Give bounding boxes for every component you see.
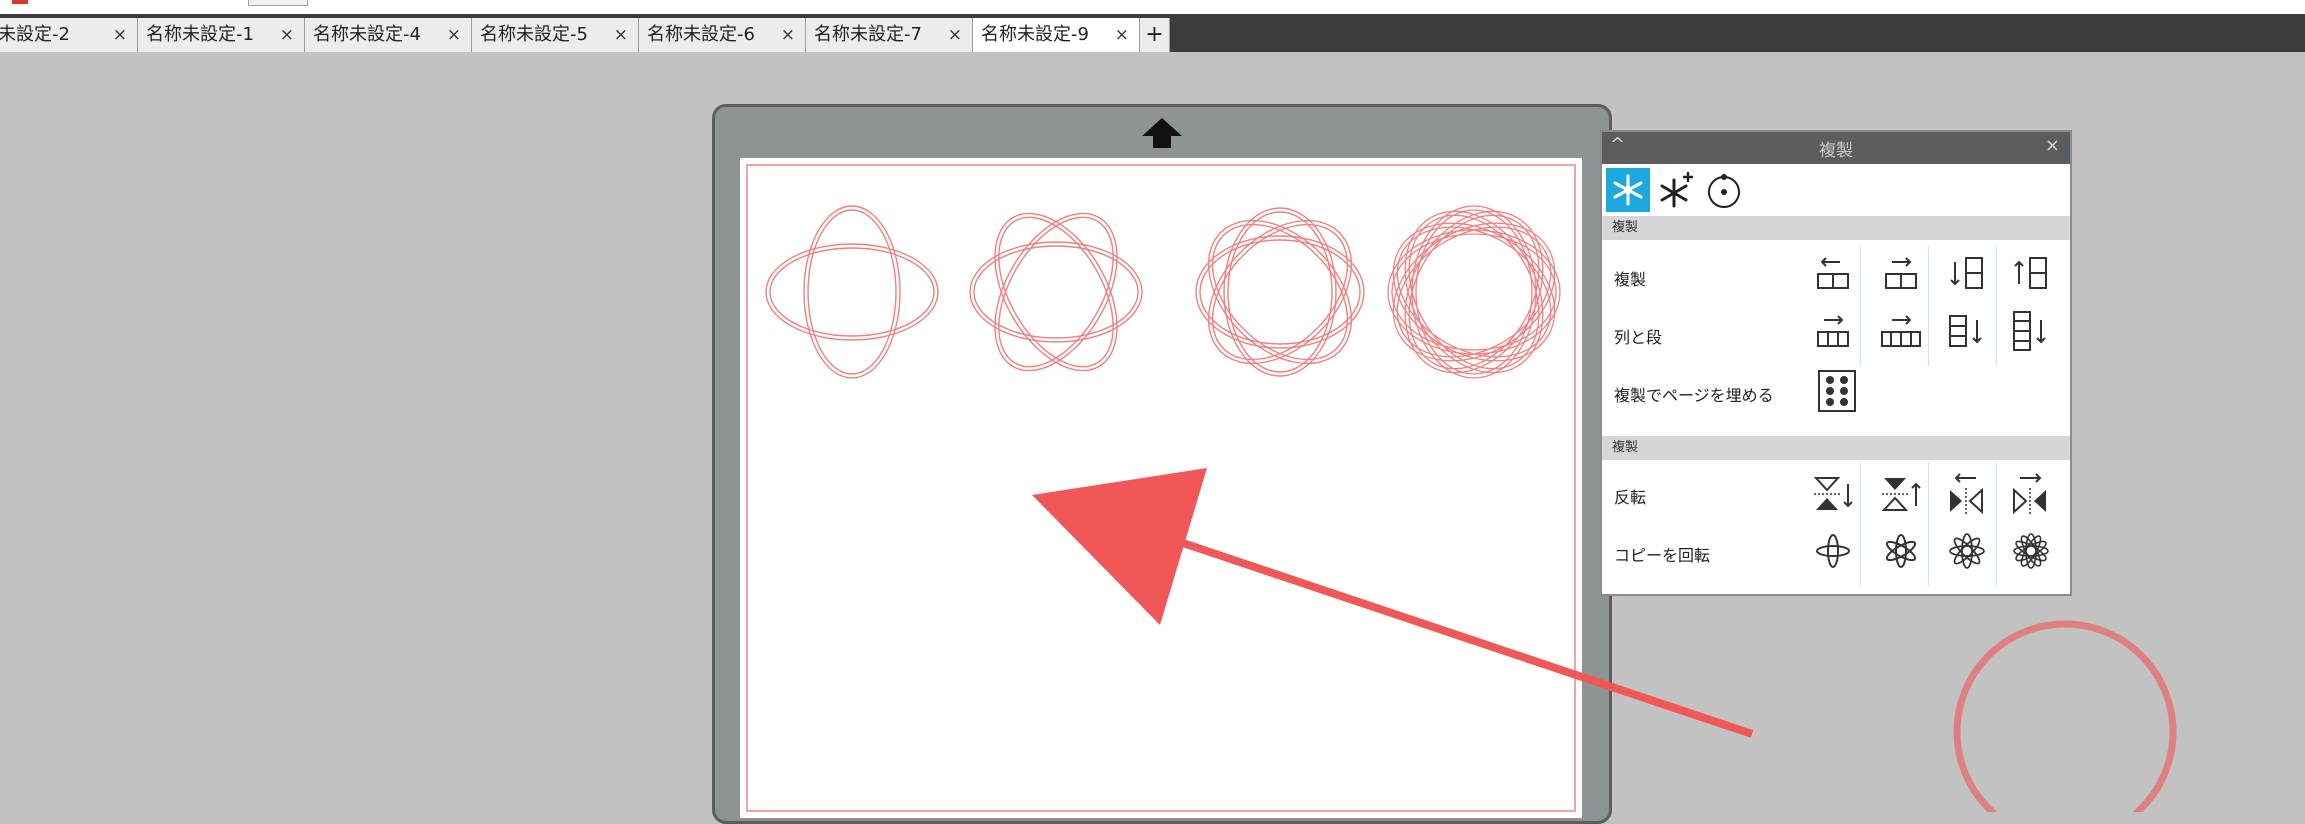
tab-close-icon[interactable]: × [948,18,962,52]
feed-direction-arrow-icon [1142,118,1182,148]
tab-label: 名称未設定-4 [313,24,421,45]
replicate-down-icon[interactable] [1944,250,1990,296]
rows-columns-2-icon[interactable] [1878,308,1924,354]
divider [1996,246,1997,366]
divider [1996,462,1997,586]
divider [1860,462,1861,586]
section-header-mirror: 複製 [1602,436,2070,460]
rotate-copies-2-icon[interactable] [1810,528,1856,574]
tab-untitled-9[interactable]: 名称未設定-9 × [973,18,1140,52]
tab-untitled-7[interactable]: 名称未設定-7 × [806,18,973,52]
replicate-row-label: 複製 [1614,270,1647,289]
tab-label: 名称未設定-7 [814,24,922,45]
replicate-star-icon[interactable] [1654,168,1698,212]
tab-close-icon[interactable]: × [113,18,127,52]
tab-untitled-4[interactable]: 名称未設定-4 × [305,18,472,52]
fill-page-row-label: 複製でページを埋める [1614,386,1774,405]
tab-untitled-5[interactable]: 名称未設定-5 × [472,18,639,52]
rotate-copies-3-icon[interactable] [1878,528,1924,574]
section-label: 複製 [1612,220,1639,235]
shape-rosette-3[interactable] [964,192,1148,392]
divider [1928,246,1929,366]
mirror-row-label: 反転 [1614,488,1647,507]
replicate-right-icon[interactable] [1878,250,1924,296]
tab-label: 名称未設定-1 [146,24,254,45]
tab-label: 名称未設定-9 [981,24,1089,45]
rows-columns-1-icon[interactable] [1810,308,1856,354]
replicate-circle-icon[interactable] [1702,168,1746,212]
rotate-copies-row-label: コピーを回転 [1614,546,1711,565]
divider [1860,246,1861,366]
tab-close-icon[interactable]: × [781,18,795,52]
panel-title-bar[interactable]: ^ 複製 × [1602,132,2070,164]
rows-columns-3-icon[interactable] [1944,308,1990,354]
tab-label: 称未設定-2 [0,24,70,45]
mirror-up-icon[interactable] [1878,470,1924,516]
mirror-right-icon[interactable] [2008,470,2054,516]
rotate-copies-4-icon[interactable] [1944,528,1990,574]
shape-rosette-2[interactable] [760,192,944,392]
zoom-field[interactable] [248,0,308,6]
mirror-left-icon[interactable] [1944,470,1990,516]
shape-rosette-6[interactable] [1382,192,1566,392]
panel-mode-tabs [1602,164,2070,214]
window-top-strip [0,0,2305,14]
annotation-circle [1953,620,2177,812]
shape-rosette-4[interactable] [1188,192,1372,392]
replicate-panel: ^ 複製 × 複製 複製 列と段 複製でページを埋める 複製 反転 コピーを回転 [1600,130,2072,596]
fill-page-icon[interactable] [1814,368,1860,414]
rows-columns-row-label: 列と段 [1614,328,1663,347]
tab-untitled-1[interactable]: 名称未設定-1 × [138,18,305,52]
rotate-copies-many-icon[interactable] [2008,528,2054,574]
replicate-up-icon[interactable] [2008,250,2054,296]
tab-close-icon[interactable]: × [447,18,461,52]
tab-close-icon[interactable]: × [280,18,294,52]
tab-close-icon[interactable]: × [614,18,628,52]
mirror-down-icon[interactable] [1810,470,1856,516]
tab-untitled-2[interactable]: 称未設定-2 × [0,18,138,52]
document-tab-bar: 称未設定-2 × 名称未設定-1 × 名称未設定-4 × 名称未設定-5 × 名… [0,14,2305,52]
panel-title: 複製 [1819,141,1853,161]
tab-label: 名称未設定-6 [647,24,755,45]
tab-untitled-6[interactable]: 名称未設定-6 × [639,18,806,52]
add-tab-button[interactable]: + [1140,18,1170,52]
rows-columns-4-icon[interactable] [2008,308,2054,354]
divider [1928,462,1929,586]
replicate-left-icon[interactable] [1810,250,1856,296]
close-icon[interactable]: × [2045,135,2060,156]
tab-close-icon[interactable]: × [1115,18,1129,52]
app-logo [12,0,28,4]
section-label: 複製 [1612,440,1639,455]
replicate-icon[interactable] [1606,168,1650,212]
section-header-replicate: 複製 [1602,216,2070,240]
tab-label: 名称未設定-5 [480,24,588,45]
